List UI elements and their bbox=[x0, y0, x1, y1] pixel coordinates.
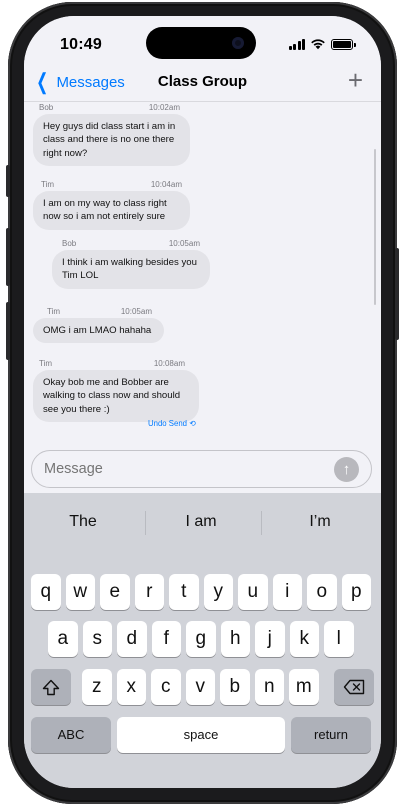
message-item: Bob 10:05am I think i am walking besides… bbox=[52, 239, 210, 289]
key-m[interactable]: m bbox=[289, 669, 319, 705]
message-item: Tim 10:05am OMG i am LMAO hahaha bbox=[33, 307, 164, 344]
message-bubble[interactable]: I think i am walking besides you Tim LOL bbox=[52, 250, 210, 289]
key-x[interactable]: x bbox=[116, 669, 146, 705]
key-f[interactable]: f bbox=[151, 621, 181, 657]
message-bubble[interactable]: Okay bob me and Bobber are walking to cl… bbox=[33, 370, 199, 423]
add-icon[interactable]: + bbox=[348, 65, 363, 96]
undo-send-label: Undo Send bbox=[148, 419, 188, 428]
navigation-bar: ❮ Messages Class Group + bbox=[24, 65, 381, 102]
key-i[interactable]: i bbox=[272, 574, 302, 610]
message-meta: Tim 10:05am bbox=[33, 307, 164, 318]
key-w[interactable]: w bbox=[65, 574, 95, 610]
key-l[interactable]: l bbox=[324, 621, 354, 657]
key-e[interactable]: e bbox=[100, 574, 130, 610]
key-g[interactable]: g bbox=[186, 621, 216, 657]
key-s[interactable]: s bbox=[82, 621, 112, 657]
message-bubble[interactable]: OMG i am LMAO hahaha bbox=[33, 318, 164, 344]
screen: 10:49 ❮ Messages Class Group + Bob 10:02… bbox=[24, 16, 381, 788]
predictive-bar: The I am I’m bbox=[24, 493, 381, 552]
conversation-title: Class Group bbox=[157, 73, 248, 90]
suggestion[interactable]: I’m bbox=[261, 513, 379, 531]
key-o[interactable]: o bbox=[307, 574, 337, 610]
message-bubble[interactable]: Hey guys did class start i am in class a… bbox=[33, 114, 190, 167]
message-meta: Tim 10:08am bbox=[33, 359, 199, 370]
key-u[interactable]: u bbox=[238, 574, 268, 610]
message-time: 10:04am bbox=[150, 180, 182, 189]
message-bubble[interactable]: I am on my way to class right now so i a… bbox=[33, 191, 190, 230]
arrow-up-icon[interactable]: ↑ bbox=[334, 457, 359, 482]
key-r[interactable]: r bbox=[134, 574, 164, 610]
message-time: 10:08am bbox=[153, 359, 185, 368]
key-z[interactable]: z bbox=[82, 669, 112, 705]
key-y[interactable]: y bbox=[203, 574, 233, 610]
key-n[interactable]: n bbox=[254, 669, 284, 705]
key-h[interactable]: h bbox=[220, 621, 250, 657]
return-key[interactable]: return bbox=[291, 717, 371, 753]
status-time: 10:49 bbox=[60, 36, 102, 53]
undo-arrow-icon: ⟲ bbox=[189, 419, 196, 428]
key-p[interactable]: p bbox=[341, 574, 371, 610]
message-item: Tim 10:08am Okay bob me and Bobber are w… bbox=[33, 359, 199, 423]
message-item: Bob 10:02am Hey guys did class start i a… bbox=[33, 103, 190, 167]
message-time: 10:02am bbox=[148, 103, 180, 112]
message-time: 10:05am bbox=[120, 307, 152, 316]
key-t[interactable]: t bbox=[169, 574, 199, 610]
abc-key[interactable]: ABC bbox=[31, 717, 111, 753]
key-b[interactable]: b bbox=[220, 669, 250, 705]
keyboard: The I am I’m qwertyuiop asdfghjkl zxcvbn… bbox=[24, 493, 381, 788]
suggestion[interactable]: I am bbox=[142, 513, 260, 531]
delete-icon bbox=[343, 679, 365, 695]
status-bar: 10:49 bbox=[24, 16, 381, 70]
battery-icon bbox=[331, 38, 356, 50]
space-key[interactable]: space bbox=[117, 717, 285, 753]
composer: ↑ bbox=[24, 446, 381, 493]
key-v[interactable]: v bbox=[185, 669, 215, 705]
power-button bbox=[395, 248, 399, 340]
key-k[interactable]: k bbox=[289, 621, 319, 657]
status-icons bbox=[288, 38, 356, 50]
key-q[interactable]: q bbox=[31, 574, 61, 610]
cellular-signal-icon bbox=[288, 38, 305, 50]
volume-up-button bbox=[6, 228, 10, 286]
message-time: 10:05am bbox=[168, 239, 200, 248]
shift-icon bbox=[42, 679, 60, 696]
message-sender: Tim bbox=[39, 359, 53, 368]
suggestion[interactable]: The bbox=[24, 513, 142, 531]
key-a[interactable]: a bbox=[48, 621, 78, 657]
delete-key[interactable] bbox=[334, 669, 374, 705]
message-meta: Bob 10:05am bbox=[52, 239, 210, 250]
message-meta: Bob 10:02am bbox=[33, 103, 190, 114]
undo-send-button[interactable]: Undo Send ⟲ bbox=[148, 419, 196, 428]
message-thread[interactable]: Bob 10:02am Hey guys did class start i a… bbox=[24, 103, 381, 446]
volume-down-button bbox=[6, 302, 10, 360]
shift-key[interactable] bbox=[31, 669, 71, 705]
message-input[interactable] bbox=[31, 450, 372, 488]
key-c[interactable]: c bbox=[151, 669, 181, 705]
message-sender: Tim bbox=[47, 307, 61, 316]
message-sender: Tim bbox=[41, 180, 55, 189]
key-j[interactable]: j bbox=[255, 621, 285, 657]
camera-icon bbox=[232, 37, 244, 49]
message-sender: Bob bbox=[62, 239, 77, 248]
message-sender: Bob bbox=[39, 103, 54, 112]
message-meta: Tim 10:04am bbox=[33, 180, 190, 191]
wifi-icon bbox=[311, 39, 325, 50]
message-item: Tim 10:04am I am on my way to class righ… bbox=[33, 180, 190, 230]
dynamic-island bbox=[146, 27, 256, 59]
scrollbar[interactable] bbox=[374, 149, 376, 305]
action-button bbox=[6, 165, 10, 197]
key-d[interactable]: d bbox=[117, 621, 147, 657]
